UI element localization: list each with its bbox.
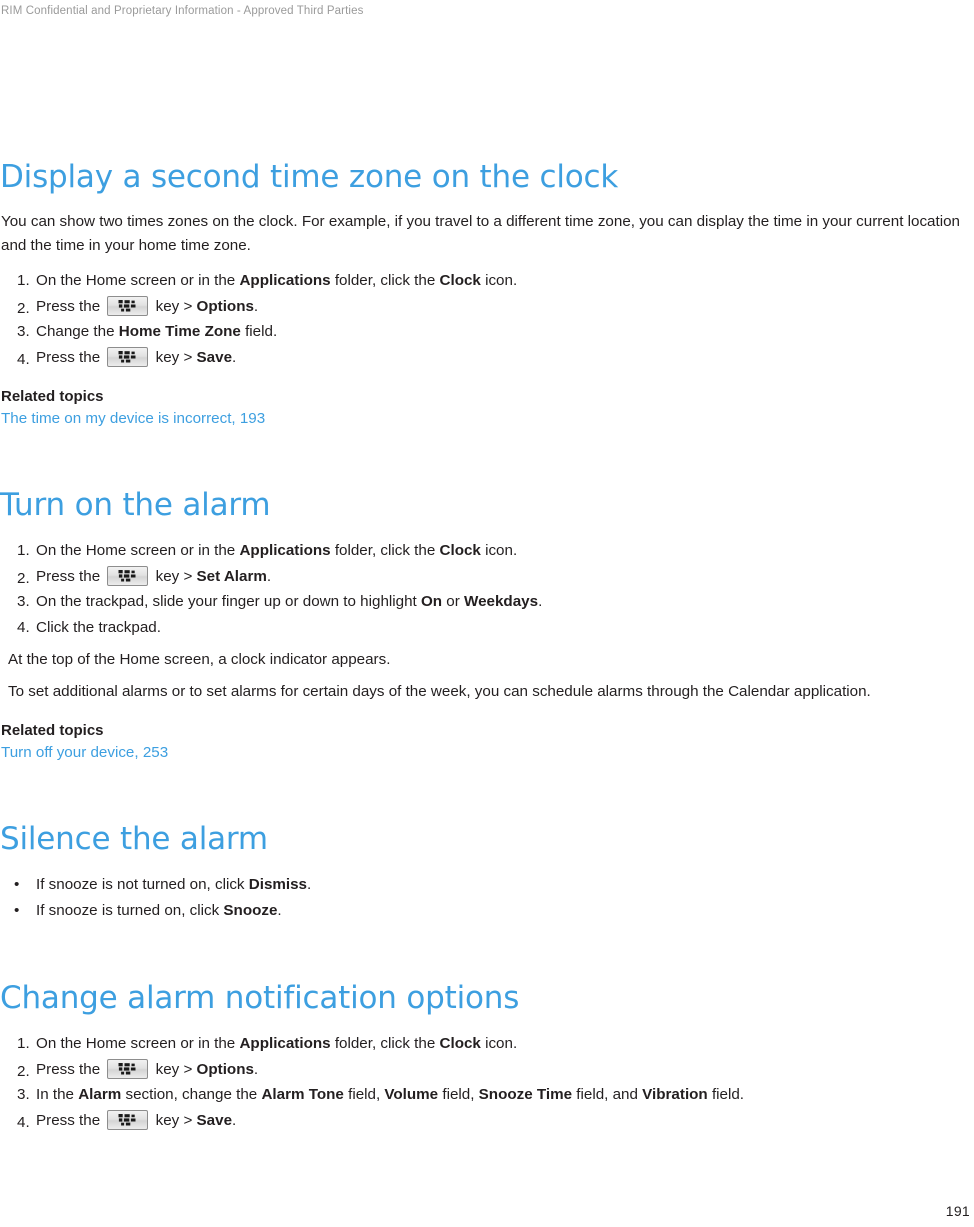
note-paragraph: To set additional alarms or to set alarm… xyxy=(8,683,871,700)
related-topic-row: Turn off your device, 253 xyxy=(0,739,974,764)
step-item: 2. Press the key > Set Alarm. xyxy=(0,564,974,590)
step-item: 3. On the trackpad, slide your finger up … xyxy=(0,589,974,615)
bullet-item: • If snooze is turned on, click Snooze. xyxy=(0,898,974,924)
step-text: On the Home screen or in the Application… xyxy=(36,542,518,559)
step-text: In the Alarm section, change the Alarm T… xyxy=(36,1086,745,1103)
bullet-item: • If snooze is not turned on, click Dismi… xyxy=(0,872,974,898)
related-topics-heading: Related topics xyxy=(1,388,104,405)
step-item: 4. Press the key > Save. xyxy=(0,1108,974,1134)
numbered-step-list: 1. On the Home screen or in the Applicati… xyxy=(0,268,974,370)
step-text: On the trackpad, slide your finger up or… xyxy=(36,593,543,610)
section-heading: Silence the alarm xyxy=(0,821,268,857)
related-topic-link[interactable]: The time on my device is incorrect, 193 xyxy=(1,407,265,430)
page-number: 191 xyxy=(945,1203,970,1219)
blackberry-menu-key-icon xyxy=(107,565,149,586)
emphasis-text: Home Time Zone xyxy=(118,323,241,340)
document-page: RIM Confidential and Proprietary Informa… xyxy=(0,0,974,1227)
blackberry-menu-key-icon xyxy=(107,346,149,367)
step-number: 1. xyxy=(17,272,30,289)
step-item: 2. Press the key > Options. xyxy=(0,1057,974,1083)
emphasis-text: Weekdays xyxy=(464,593,539,610)
emphasis-text: Applications xyxy=(239,1035,331,1052)
blackberry-menu-key-icon xyxy=(107,1058,149,1079)
step-text: Change the Home Time Zone field. xyxy=(36,323,278,340)
step-number: 4. xyxy=(17,350,30,368)
step-item: 3. In the Alarm section, change the Alarm… xyxy=(0,1082,974,1108)
content-section: Display a second time zone on the clock Y… xyxy=(0,158,974,430)
emphasis-text: Vibration xyxy=(642,1086,708,1103)
step-item: 1. On the Home screen or in the Applicati… xyxy=(0,1031,974,1057)
blackberry-menu-key-icon xyxy=(107,295,149,316)
step-number: 3. xyxy=(17,593,30,610)
emphasis-text: Clock xyxy=(439,542,481,559)
emphasis-text: Clock xyxy=(439,272,481,289)
step-number: 1. xyxy=(17,1035,30,1052)
related-topic-link[interactable]: Turn off your device, 253 xyxy=(1,741,168,764)
emphasis-text: Set Alarm xyxy=(196,567,267,585)
step-text: Press the key > Set Alarm. xyxy=(36,565,272,586)
emphasis-text: Alarm Tone xyxy=(261,1086,344,1103)
step-number: 3. xyxy=(17,323,30,340)
related-topic-row: The time on my device is incorrect, 193 xyxy=(0,405,974,430)
bullet-list: • If snooze is not turned on, click Dismi… xyxy=(0,872,974,923)
step-number: 4. xyxy=(17,618,30,636)
step-text: Press the key > Save. xyxy=(36,346,237,367)
numbered-step-list: 1. On the Home screen or in the Applicati… xyxy=(0,538,974,640)
step-text: On the Home screen or in the Application… xyxy=(36,1035,518,1052)
numbered-step-list: 1. On the Home screen or in the Applicati… xyxy=(0,1031,974,1133)
section-intro-paragraph: You can show two times zones on the cloc… xyxy=(1,213,960,254)
emphasis-text: Applications xyxy=(239,272,331,289)
confidential-header: RIM Confidential and Proprietary Informa… xyxy=(1,5,364,17)
step-item: 4. Click the trackpad. xyxy=(0,615,974,641)
content-section: Silence the alarm • If snooze is not turne… xyxy=(0,764,974,923)
blackberry-menu-key-icon xyxy=(107,1109,149,1130)
emphasis-text: Alarm xyxy=(78,1086,122,1103)
emphasis-text: Save xyxy=(196,348,233,366)
step-number: 1. xyxy=(17,542,30,559)
emphasis-text: Volume xyxy=(384,1086,439,1103)
step-item: 3. Change the Home Time Zone field. xyxy=(0,319,974,345)
content-section: Change alarm notification options 1. On th… xyxy=(0,923,974,1133)
step-text: Press the key > Save. xyxy=(36,1109,237,1130)
step-text: Press the key > Options. xyxy=(36,1058,259,1079)
step-number: 4. xyxy=(17,1113,30,1131)
bullet-marker: • xyxy=(14,901,20,919)
emphasis-text: Options xyxy=(196,1060,254,1078)
emphasis-text: Snooze xyxy=(223,901,278,919)
step-text: Press the key > Options. xyxy=(36,295,259,316)
emphasis-text: Dismiss xyxy=(248,876,308,893)
emphasis-text: On xyxy=(420,593,443,610)
emphasis-text: Options xyxy=(196,297,254,315)
section-heading: Display a second time zone on the clock xyxy=(0,159,619,195)
bullet-text: If snooze is not turned on, click Dismis… xyxy=(36,876,312,893)
content-section: Turn on the alarm 1. On the Home screen or… xyxy=(0,430,974,764)
emphasis-text: Save xyxy=(196,1111,233,1129)
step-text: On the Home screen or in the Application… xyxy=(36,272,518,289)
related-topics-heading: Related topics xyxy=(1,722,104,739)
bullet-text: If snooze is turned on, click Snooze. xyxy=(36,901,282,919)
step-item: 1. On the Home screen or in the Applicati… xyxy=(0,268,974,294)
document-content: Display a second time zone on the clock Y… xyxy=(0,158,974,1133)
emphasis-text: Clock xyxy=(439,1035,481,1052)
note-paragraph: At the top of the Home screen, a clock i… xyxy=(8,651,391,668)
step-text: Click the trackpad. xyxy=(36,618,161,636)
step-item: 1. On the Home screen or in the Applicati… xyxy=(0,538,974,564)
section-heading: Turn on the alarm xyxy=(0,487,271,523)
step-number: 3. xyxy=(17,1086,30,1103)
step-item: 2. Press the key > Options. xyxy=(0,294,974,320)
emphasis-text: Snooze Time xyxy=(478,1086,573,1103)
section-heading: Change alarm notification options xyxy=(0,980,520,1016)
step-item: 4. Press the key > Save. xyxy=(0,345,974,371)
emphasis-text: Applications xyxy=(239,542,331,559)
bullet-marker: • xyxy=(14,876,20,893)
